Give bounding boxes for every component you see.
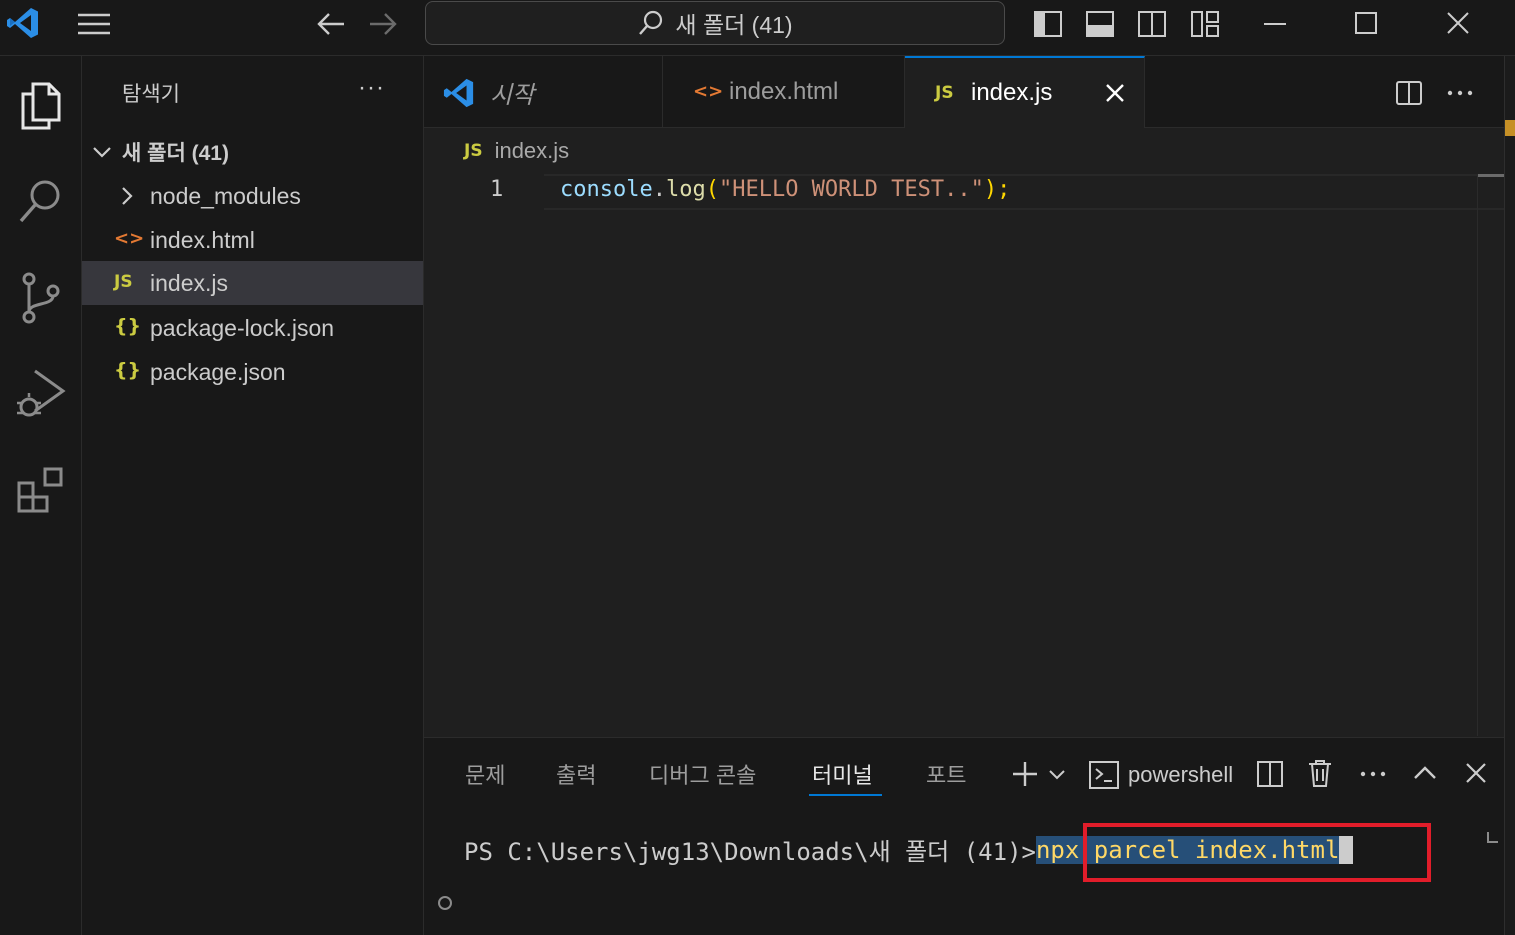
code-token-paren: (	[705, 177, 719, 202]
js-file-icon: JS	[935, 83, 954, 103]
tab-label: 시작	[490, 81, 535, 109]
panel-tab-terminal[interactable]: 터미널	[812, 758, 873, 790]
hamburger-icon[interactable]	[76, 12, 112, 36]
terminal-prompt: PS C:\Users\jwg13\Downloads\새 폴더 (41)>	[464, 838, 1036, 866]
code-token-function: log	[665, 177, 706, 202]
explorer-sidebar: 탐색기 ··· 새 폴더 (41) node_modules <> index.…	[82, 56, 424, 935]
vertical-scrollbar[interactable]	[1504, 56, 1515, 935]
panel-tab-problems[interactable]: 문제	[465, 758, 505, 790]
panel-tab-debug-console[interactable]: 디버그 콘솔	[649, 758, 756, 790]
code-line[interactable]: console.log("HELLO WORLD TEST..");	[560, 177, 1010, 202]
panel-tab-output[interactable]: 출력	[556, 758, 596, 790]
search-icon[interactable]	[0, 162, 82, 242]
folder-name: 새 폴더 (41)	[122, 142, 229, 165]
sidebar-title: 탐색기	[122, 83, 180, 106]
tab-welcome[interactable]: 시작	[424, 56, 663, 128]
back-arrow-icon[interactable]	[316, 11, 346, 37]
code-token-string: "HELLO WORLD TEST.."	[718, 177, 984, 202]
extensions-icon[interactable]	[0, 450, 82, 530]
command-center[interactable]: 새 폴더 (41)	[425, 1, 1005, 45]
command-status-icon	[437, 839, 524, 935]
maximize-panel-icon[interactable]	[1413, 764, 1437, 782]
highlight-box	[1083, 823, 1431, 882]
tree-item-package-lock-json[interactable]: {} package-lock.json	[82, 306, 423, 350]
split-terminal-icon[interactable]	[1256, 760, 1284, 788]
vscode-icon[interactable]	[6, 6, 40, 40]
run-debug-icon[interactable]	[0, 354, 82, 434]
line-number: 1	[490, 177, 504, 202]
tree-item-label: index.html	[150, 226, 255, 253]
json-file-icon: {}	[114, 359, 142, 381]
js-file-icon: JS	[114, 272, 133, 292]
panel-tab-ports[interactable]: 포트	[926, 758, 966, 790]
trash-icon[interactable]	[1306, 758, 1334, 788]
forward-arrow-icon[interactable]	[368, 11, 398, 37]
html-file-icon: <>	[114, 228, 145, 249]
tree-item-label: node_modules	[150, 182, 301, 209]
js-file-icon: JS	[464, 141, 483, 161]
code-token-close: );	[983, 177, 1011, 202]
explorer-icon[interactable]	[0, 66, 82, 146]
activity-bar	[0, 56, 82, 935]
title-bar: 새 폴더 (41)	[0, 0, 1515, 56]
tree-item-index-js[interactable]: JS index.js	[82, 261, 423, 305]
json-file-icon: {}	[114, 315, 142, 337]
customize-layout-icon[interactable]	[1190, 10, 1220, 38]
more-actions-icon[interactable]	[1359, 760, 1387, 788]
close-panel-icon[interactable]	[1465, 762, 1487, 784]
minimap-divider	[1477, 176, 1478, 736]
tab-label: index.html	[729, 78, 839, 105]
tab-index-js[interactable]: JS index.js	[905, 56, 1145, 128]
code-editor[interactable]: JS index.js 1 console.log("HELLO WORLD T…	[424, 128, 1504, 736]
folder-row[interactable]: 새 폴더 (41)	[82, 130, 423, 174]
tree-item-label: package-lock.json	[150, 314, 335, 341]
close-window-icon[interactable]	[1446, 11, 1470, 35]
search-icon	[637, 9, 665, 37]
terminal-icon	[1088, 760, 1120, 790]
tree-item-index-html[interactable]: <> index.html	[82, 218, 423, 262]
editor-tab-bar: 시작 <> index.html JS index.js	[424, 56, 1504, 128]
code-token-dot: .	[652, 177, 666, 202]
split-editor-icon[interactable]	[1395, 80, 1423, 106]
tab-index-html[interactable]: <> index.html	[663, 56, 905, 128]
tree-item-package-json[interactable]: {} package.json	[82, 350, 423, 394]
command-center-label: 새 폴더 (41)	[675, 12, 793, 38]
tree-item-node-modules[interactable]: node_modules	[82, 174, 423, 218]
source-control-icon[interactable]	[0, 258, 82, 338]
close-icon[interactable]	[1105, 83, 1125, 103]
new-terminal-icon[interactable]	[1011, 760, 1039, 788]
terminal-scroll-marker	[1486, 830, 1500, 844]
toggle-sidebar-icon[interactable]	[1033, 10, 1063, 38]
chevron-down-icon	[92, 142, 112, 162]
tree-item-label: package.json	[150, 358, 286, 385]
active-tab-indicator	[809, 794, 882, 796]
maximize-icon[interactable]	[1354, 11, 1378, 35]
minimize-icon[interactable]	[1262, 12, 1288, 36]
chevron-down-icon[interactable]	[1048, 768, 1066, 782]
terminal-shell-label[interactable]: powershell	[1128, 762, 1233, 788]
vscode-icon	[442, 77, 476, 109]
overview-ruler-marker	[1505, 120, 1515, 136]
chevron-right-icon	[120, 186, 134, 206]
code-token-object: console	[560, 177, 653, 202]
breadcrumb-file[interactable]: index.js	[495, 138, 570, 164]
more-actions-icon[interactable]	[1446, 80, 1474, 106]
breadcrumb[interactable]: JS index.js	[464, 138, 569, 164]
html-file-icon: <>	[693, 81, 724, 102]
sidebar-more-actions[interactable]: ···	[358, 74, 385, 102]
scroll-indicator	[1478, 174, 1504, 177]
tree-item-label: index.js	[150, 269, 228, 296]
toggle-panel-icon[interactable]	[1085, 10, 1115, 38]
tab-label: index.js	[971, 79, 1053, 106]
toggle-secondary-sidebar-icon[interactable]	[1137, 10, 1167, 38]
